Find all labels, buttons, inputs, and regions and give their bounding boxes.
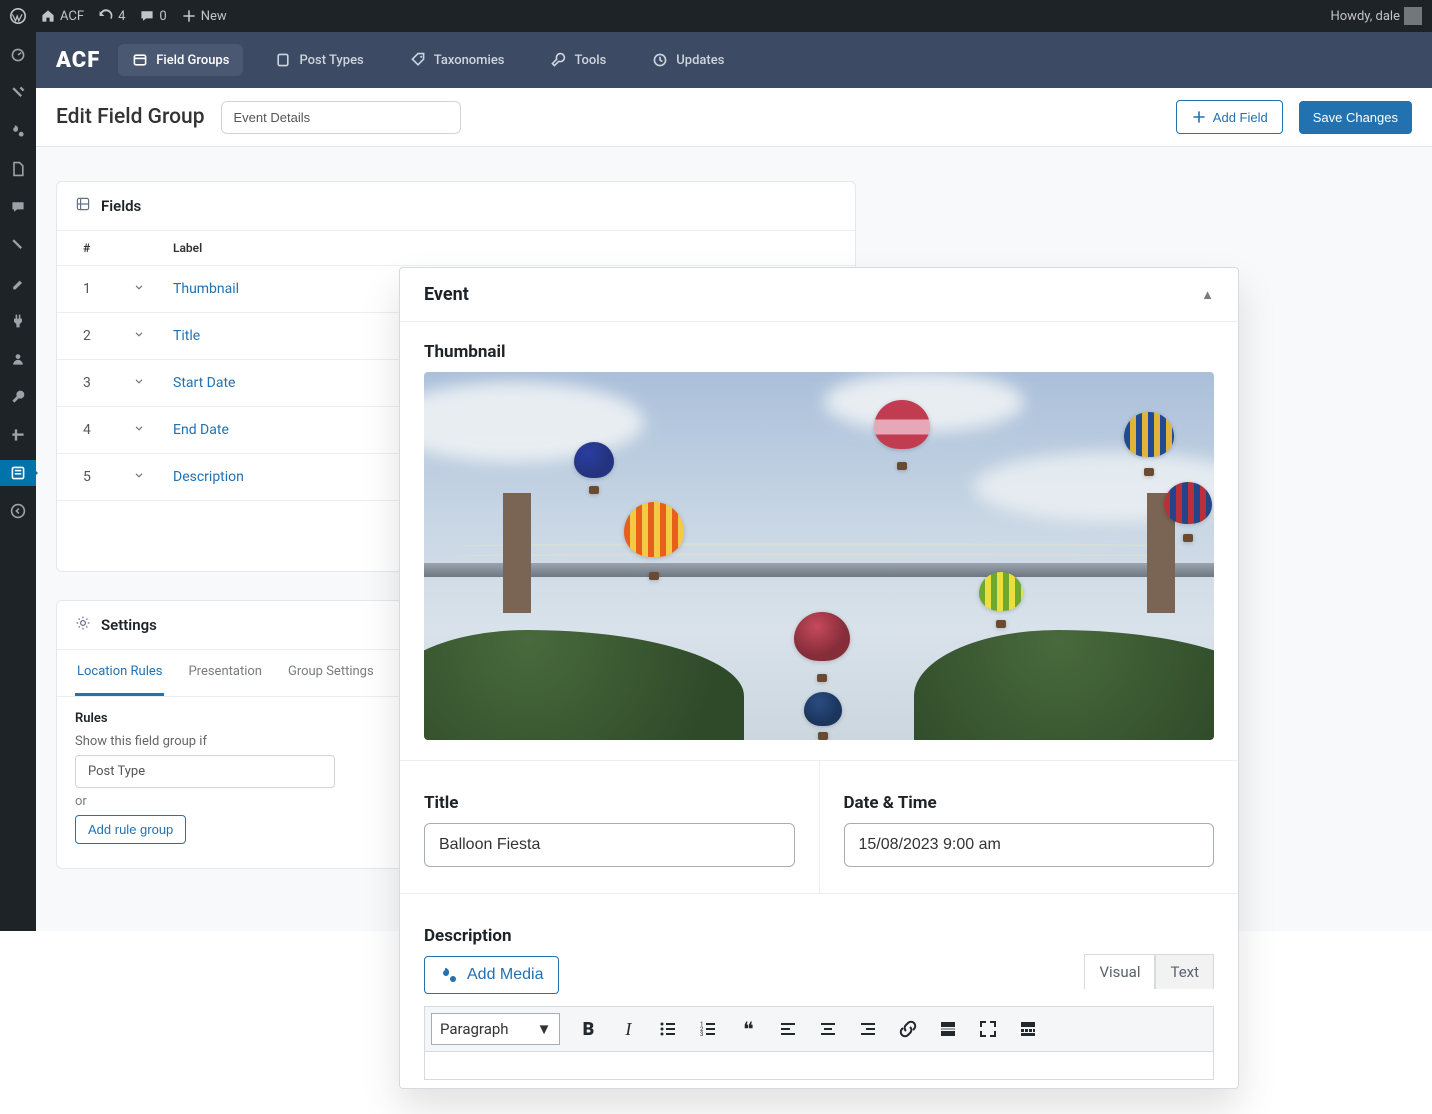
bold-icon[interactable]: B — [576, 1017, 600, 1041]
tab-group-settings[interactable]: Group Settings — [286, 650, 376, 696]
chevron-down-icon[interactable] — [133, 469, 173, 485]
date-label: Date & Time — [844, 793, 1215, 813]
tab-location-rules[interactable]: Location Rules — [75, 650, 164, 696]
field-group-name-input[interactable] — [221, 101, 461, 134]
editor-body[interactable] — [424, 1052, 1214, 1080]
nav-updates[interactable]: Updates — [638, 44, 738, 76]
align-right-icon[interactable] — [856, 1017, 880, 1041]
tab-presentation[interactable]: Presentation — [186, 650, 264, 696]
nav-tools[interactable]: Tools — [536, 44, 620, 76]
col-label: Label — [173, 241, 202, 255]
settings-heading: Settings — [101, 616, 157, 634]
chevron-down-icon[interactable] — [133, 281, 173, 297]
description-label: Description — [424, 926, 1214, 946]
thumbnail-label: Thumbnail — [424, 342, 1214, 362]
field-label-link[interactable]: End Date — [173, 422, 229, 438]
event-date-input[interactable] — [844, 823, 1215, 867]
chevron-down-icon[interactable] — [133, 375, 173, 391]
field-label-link[interactable]: Thumbnail — [173, 281, 239, 297]
nav-field-groups[interactable]: Field Groups — [118, 44, 243, 76]
howdy-user[interactable]: Howdy, dale — [1330, 7, 1422, 25]
menu-pages-icon[interactable] — [0, 156, 36, 182]
menu-media-icon[interactable] — [0, 118, 36, 144]
italic-icon[interactable]: I — [616, 1017, 640, 1041]
field-label-link[interactable]: Start Date — [173, 375, 235, 391]
menu-users-icon[interactable] — [0, 346, 36, 372]
menu-appearance-icon[interactable] — [0, 270, 36, 296]
event-editor-panel: Event ▲ Thumbnail — [399, 267, 1239, 1089]
add-media-button[interactable]: Add Media — [424, 956, 559, 994]
event-heading: Event — [424, 284, 469, 305]
wp-admin-bar: ACF 4 0 New Howdy, dale — [0, 0, 1432, 32]
menu-post-type-icon[interactable] — [0, 232, 36, 258]
wp-sidebar — [0, 32, 36, 931]
acf-logo: ACF — [56, 48, 100, 73]
row-order: 1 — [83, 281, 133, 297]
svg-text:3: 3 — [700, 1031, 703, 1038]
readmore-icon[interactable] — [936, 1017, 960, 1041]
wp-logo-icon[interactable] — [10, 8, 26, 24]
thumbnail-image[interactable] — [424, 372, 1214, 740]
add-rule-group-button[interactable]: Add rule group — [75, 815, 186, 844]
menu-settings-icon[interactable] — [0, 422, 36, 448]
menu-acf-icon[interactable] — [0, 460, 36, 486]
link-icon[interactable] — [896, 1017, 920, 1041]
fullscreen-icon[interactable] — [976, 1017, 1000, 1041]
number-list-icon[interactable]: 123 — [696, 1017, 720, 1041]
align-center-icon[interactable] — [816, 1017, 840, 1041]
event-title-input[interactable] — [424, 823, 795, 867]
nav-post-types[interactable]: Post Types — [261, 44, 377, 76]
page-title: Edit Field Group — [56, 105, 205, 129]
toolbar-toggle-icon[interactable] — [1016, 1017, 1040, 1041]
menu-tools-icon[interactable] — [0, 384, 36, 410]
rule-select[interactable]: Post Type — [75, 755, 335, 788]
row-order: 3 — [83, 375, 133, 391]
save-changes-button[interactable]: Save Changes — [1299, 101, 1412, 134]
menu-comments-icon[interactable] — [0, 194, 36, 220]
avatar — [1404, 7, 1422, 25]
fields-heading: Fields — [101, 197, 141, 215]
nav-taxonomies[interactable]: Taxonomies — [396, 44, 519, 76]
chevron-down-icon[interactable] — [133, 328, 173, 344]
quote-icon[interactable]: ❝ — [736, 1017, 760, 1041]
fields-icon — [75, 196, 91, 216]
bullet-list-icon[interactable] — [656, 1017, 680, 1041]
field-label-link[interactable]: Description — [173, 469, 244, 485]
menu-posts-icon[interactable] — [0, 80, 36, 106]
comments-link[interactable]: 0 — [139, 8, 166, 24]
collapse-icon[interactable]: ▲ — [1201, 287, 1214, 303]
menu-collapse-icon[interactable] — [0, 498, 36, 524]
format-select[interactable]: Paragraph▼ — [431, 1013, 560, 1045]
field-label-link[interactable]: Title — [173, 328, 200, 344]
align-left-icon[interactable] — [776, 1017, 800, 1041]
menu-plugins-icon[interactable] — [0, 308, 36, 334]
title-label: Title — [424, 793, 795, 813]
col-order: # — [83, 241, 133, 255]
menu-dashboard-icon[interactable] — [0, 42, 36, 68]
updates-link[interactable]: 4 — [98, 8, 125, 24]
row-order: 4 — [83, 422, 133, 438]
editor-tab-visual[interactable]: Visual — [1084, 954, 1155, 989]
row-order: 5 — [83, 469, 133, 485]
add-field-button[interactable]: Add Field — [1176, 100, 1283, 134]
editor-toolbar: Paragraph▼ B I 123 ❝ — [424, 1006, 1214, 1052]
acf-topbar: ACF Field Groups Post Types Taxonomies T… — [36, 32, 1432, 88]
site-link[interactable]: ACF — [40, 8, 84, 24]
gear-icon — [75, 615, 91, 635]
editor-tab-text[interactable]: Text — [1155, 954, 1214, 989]
page-header: Edit Field Group Add Field Save Changes — [36, 88, 1432, 147]
new-link[interactable]: New — [181, 8, 227, 24]
row-order: 2 — [83, 328, 133, 344]
chevron-down-icon[interactable] — [133, 422, 173, 438]
